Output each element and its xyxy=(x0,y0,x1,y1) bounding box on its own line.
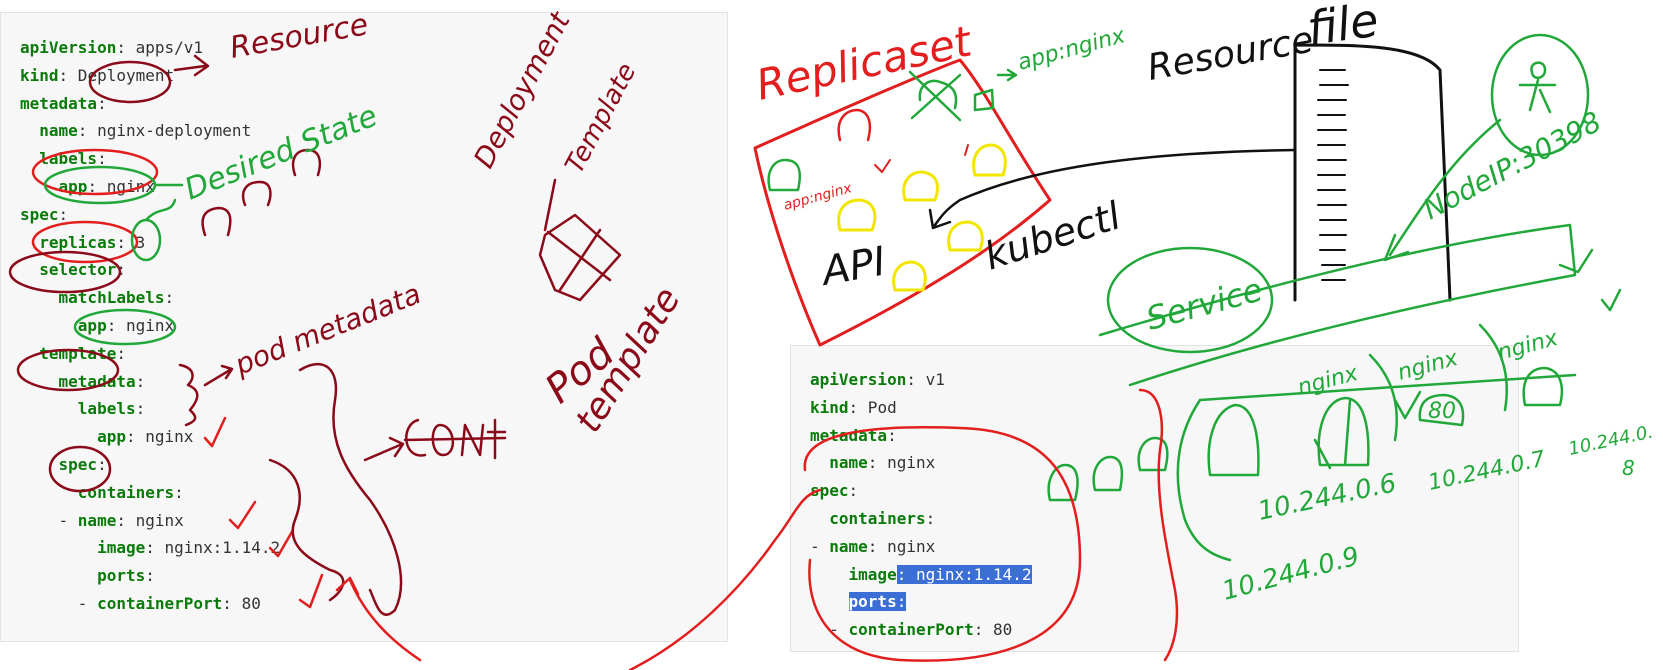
label-nginx-1: nginx xyxy=(1295,361,1361,401)
label-api: API xyxy=(816,239,889,296)
curve-left-brace xyxy=(268,458,345,602)
label-kubectl: kubectl xyxy=(979,193,1126,278)
check-2 xyxy=(228,500,257,530)
label-nginx-3: nginx xyxy=(1495,326,1561,366)
service-brace xyxy=(1176,398,1232,562)
green-check-right xyxy=(1600,288,1622,312)
arrow-resource xyxy=(173,54,210,77)
circle-deployment xyxy=(88,60,172,104)
pod-yellow-2 xyxy=(902,170,939,202)
user-figure xyxy=(1518,61,1557,114)
green-curve-3 xyxy=(144,198,177,222)
pod-outline-7 xyxy=(1522,366,1564,407)
circle-app-matchlabels xyxy=(73,308,177,346)
arrow-pod-metadata xyxy=(203,364,234,387)
template-diamond xyxy=(538,213,622,302)
label-ip-3b: 8 xyxy=(1622,456,1635,480)
label-resource-left: Resource xyxy=(227,7,371,66)
label-desired-state: Desired State xyxy=(180,98,383,207)
arrow-app-nginx xyxy=(996,68,1018,82)
circle-selector xyxy=(8,250,122,294)
pod-red-1 xyxy=(837,108,872,142)
label-service: Service xyxy=(1142,270,1266,337)
red-check-small-2 xyxy=(964,144,969,156)
label-ip-2: 10.244.0.7 xyxy=(1426,447,1548,496)
label-app-nginx-top: app:nginx xyxy=(1015,23,1128,76)
label-ip-1: 10.244.0.6 xyxy=(1255,468,1399,527)
pod-connector-line xyxy=(628,488,822,670)
pod-yellow-3 xyxy=(972,143,1007,177)
circle-app-green xyxy=(43,165,157,205)
pod-green-small xyxy=(767,158,802,192)
label-template-top: Template xyxy=(560,58,643,178)
pod-spec-circle xyxy=(803,426,1082,662)
pod-red-brace xyxy=(1138,388,1179,662)
arrow-up-red xyxy=(335,576,422,662)
pod-box-1 xyxy=(201,206,232,237)
pod-yellow-4 xyxy=(947,220,984,252)
pod-green-box xyxy=(973,88,995,112)
label-nginx-2: nginx xyxy=(1395,346,1461,386)
red-check-small xyxy=(874,159,891,173)
label-ip-3: 10.244.0. xyxy=(1567,421,1655,459)
pod-outline-5 xyxy=(1313,396,1370,470)
label-file: file xyxy=(1304,0,1382,56)
file-lines xyxy=(1317,69,1349,281)
circle-spec xyxy=(48,445,112,493)
check-1 xyxy=(203,416,227,448)
label-port-80: 80 xyxy=(1428,399,1456,424)
crossed-word xyxy=(403,418,507,460)
label-resource-right: Resource xyxy=(1144,19,1316,88)
label-deployment: Deployment xyxy=(467,6,577,174)
label-node-ip: NodeIP:30398 xyxy=(1418,105,1607,226)
template-line xyxy=(543,178,557,232)
pod-outline-3 xyxy=(1137,436,1169,472)
pod-outline-2 xyxy=(1092,455,1124,492)
pod-yellow-1 xyxy=(837,198,877,232)
arrow-to-pod xyxy=(363,436,405,462)
handwritten-annotations: Resource Desired State Deployment Templa… xyxy=(8,0,1655,670)
circle-replicas xyxy=(31,220,139,264)
label-replicaset: Replicaset xyxy=(752,16,977,110)
circle-template xyxy=(16,348,120,392)
pod-outline-4 xyxy=(1207,403,1260,477)
node-arrow-top xyxy=(1558,248,1594,274)
brace-metadata xyxy=(178,363,199,427)
pod-crossed xyxy=(908,70,962,122)
label-ip-4: 10.244.0.9 xyxy=(1219,541,1363,606)
check-4 xyxy=(298,573,324,609)
check-3 xyxy=(268,528,295,558)
pod-yellow-5 xyxy=(892,260,927,292)
pod-outline-1 xyxy=(1047,463,1079,502)
